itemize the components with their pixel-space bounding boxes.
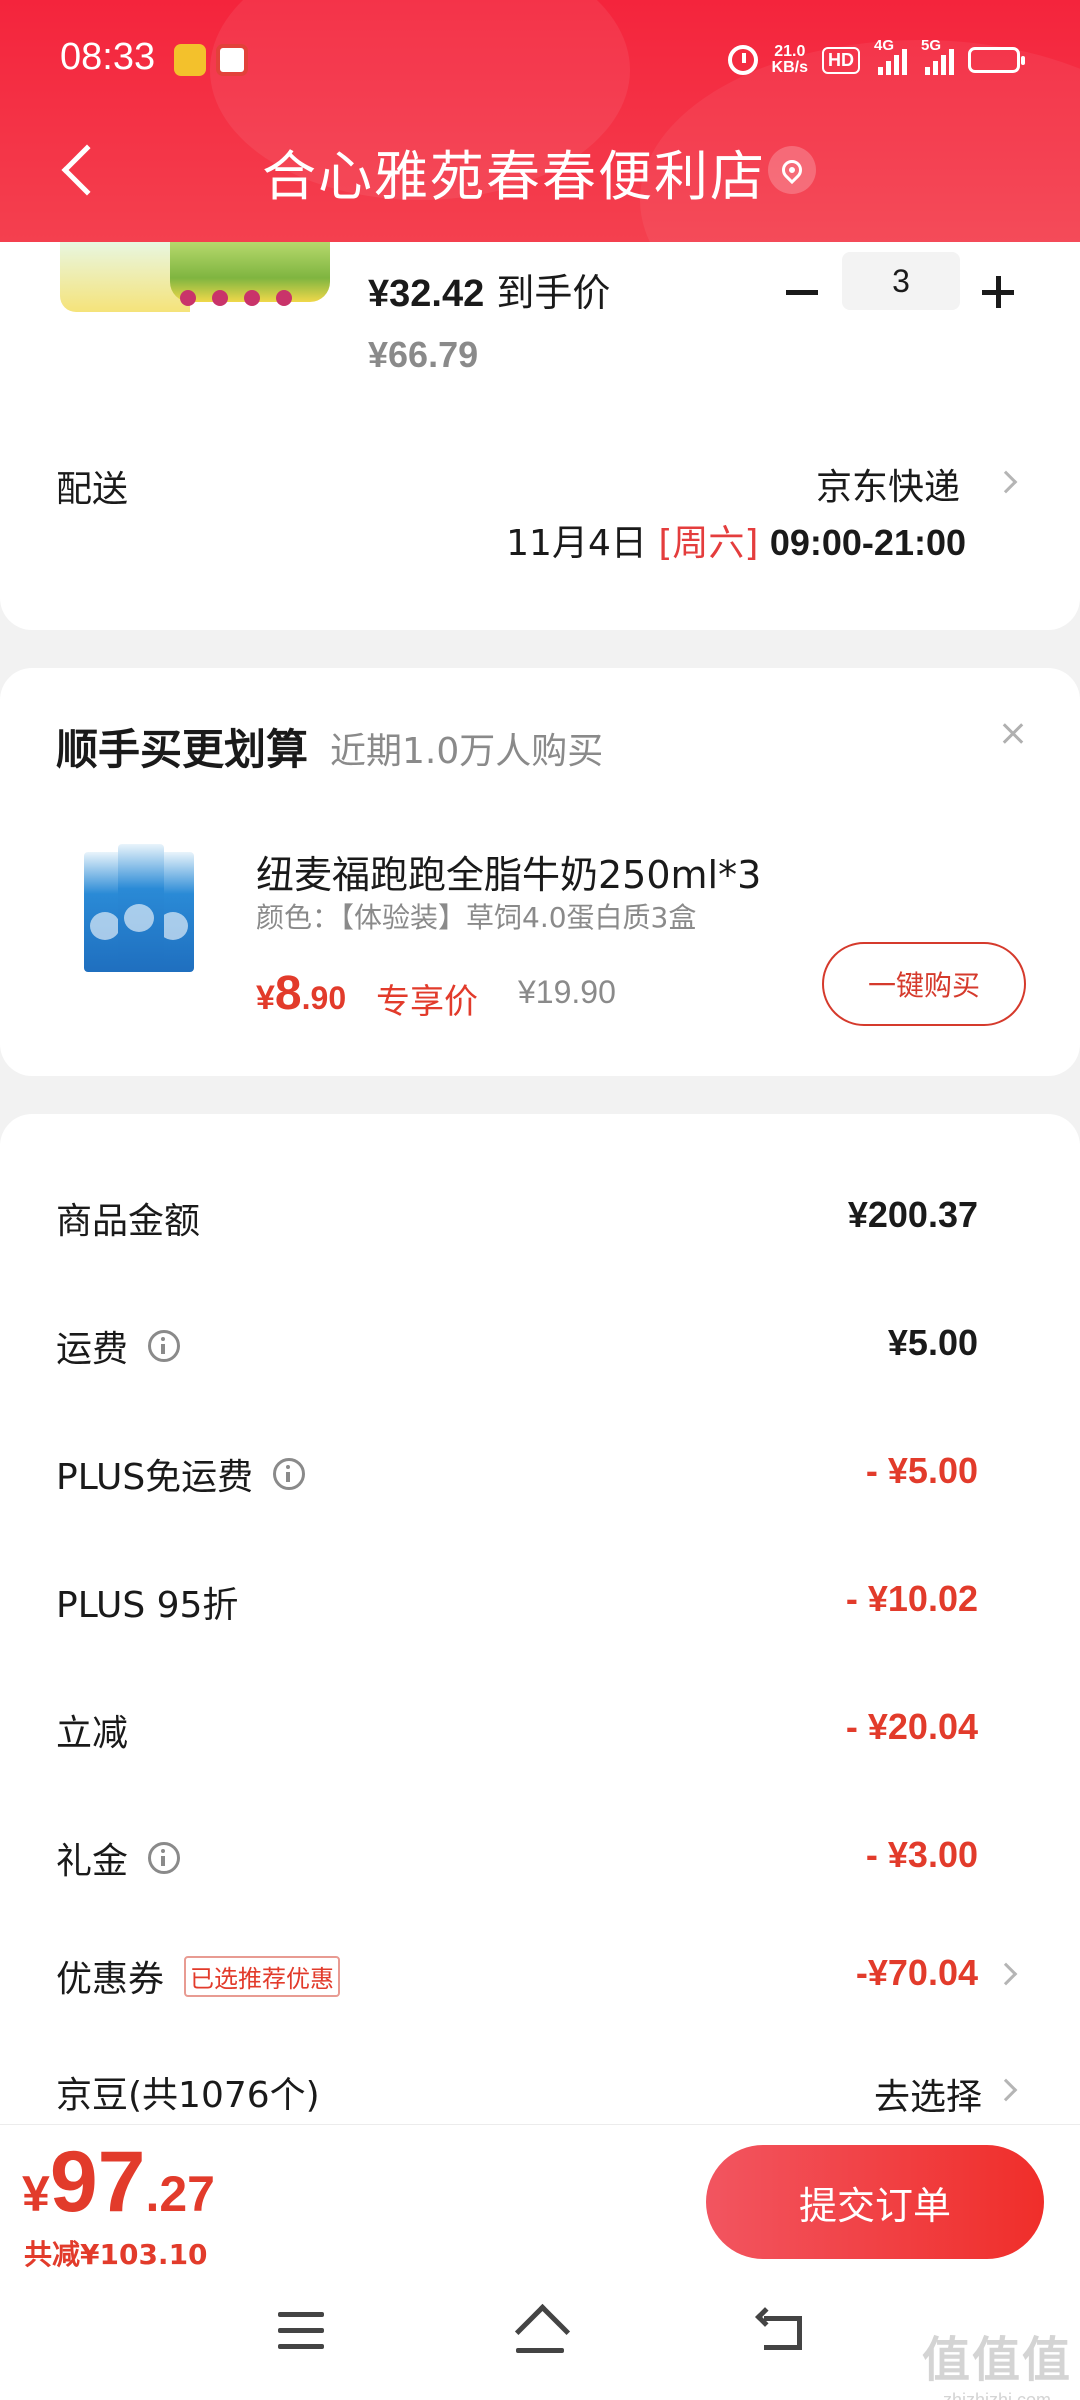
recommend-price: ¥8.90 xyxy=(256,967,347,1020)
freight-label: 运费 xyxy=(56,1329,129,1370)
info-icon[interactable] xyxy=(148,1330,181,1362)
goods-amount-label: 商品金额 xyxy=(56,1201,201,1242)
app-header: 08:33 21.0 KB/s HD 4G 5G 合心雅苑春春便利店 xyxy=(0,0,1080,242)
home-icon[interactable] xyxy=(510,2306,570,2356)
close-icon[interactable] xyxy=(990,708,1040,758)
summary-row-plus-discount: PLUS 95折 - ¥10.02 xyxy=(0,1576,1080,1666)
shipping-method[interactable]: 京东快递 xyxy=(816,458,960,510)
freight-value: ¥5.00 xyxy=(887,1322,978,1363)
exclusive-price-tag: 专享价 xyxy=(376,982,478,1022)
system-nav-bar xyxy=(0,2278,1080,2400)
recommend-old-price: ¥19.90 xyxy=(518,974,616,1010)
summary-row-goods: 商品金额 ¥200.37 xyxy=(0,1192,1080,1282)
app-notification-icon xyxy=(216,44,248,76)
summary-row-freight: 运费 ¥5.00 xyxy=(0,1320,1080,1410)
price-summary-card: 商品金额 ¥200.37 运费 ¥5.00 PLUS免运费 - ¥5.00 PL… xyxy=(0,1114,1080,2124)
coupon-badge: 已选推荐优惠 xyxy=(184,1955,341,1997)
total-savings: 共减¥103.10 xyxy=(24,2238,208,2271)
hand-price: ¥32.42 到手价 xyxy=(368,271,611,315)
recommend-subtitle: 近期1.0万人购买 xyxy=(330,731,604,772)
quantity-increase-button[interactable] xyxy=(968,262,1028,322)
delivery-time[interactable]: 11月4日 [周六] 09:00-21:00 xyxy=(506,514,966,566)
plus-free-value: - ¥5.00 xyxy=(865,1450,978,1491)
plus-free-label: PLUS免运费 xyxy=(56,1457,254,1498)
status-indicators: 21.0 KB/s HD 4G 5G xyxy=(727,37,1025,80)
submit-order-button[interactable]: 提交订单 xyxy=(706,2145,1044,2259)
summary-row-coupon[interactable]: 优惠券 已选推荐优惠 -¥70.04 xyxy=(0,1950,1080,2040)
recommend-product-image[interactable] xyxy=(84,844,204,974)
battery-icon xyxy=(968,47,1025,73)
jd-bean-label: 京豆(共1076个) xyxy=(56,2075,320,2116)
status-bar: 08:33 21.0 KB/s HD 4G 5G xyxy=(0,0,1080,120)
summary-row-instant: 立减 - ¥20.04 xyxy=(0,1704,1080,1794)
status-time: 08:33 xyxy=(60,36,156,78)
watermark: 值值值 zhizhizhi.com xyxy=(921,2332,1072,2400)
summary-row-plus-free: PLUS免运费 - ¥5.00 xyxy=(0,1448,1080,1538)
gift-value: - ¥3.00 xyxy=(865,1834,978,1875)
menu-icon[interactable] xyxy=(278,2312,324,2352)
signal-4g-icon: 4G xyxy=(874,37,907,75)
checkout-bar: ¥97.27 共减¥103.10 提交订单 xyxy=(0,2124,1080,2278)
plus-discount-value: - ¥10.02 xyxy=(845,1578,978,1619)
coupon-value[interactable]: -¥70.04 xyxy=(856,1952,978,1994)
info-icon[interactable] xyxy=(148,1842,181,1874)
shipping-label: 配送 xyxy=(56,469,129,510)
order-item-card: ¥32.42 到手价 ¥66.79 配送 京东快递 11月4日 [周六] 09:… xyxy=(0,242,1080,630)
one-click-buy-button[interactable]: 一键购买 xyxy=(822,942,1026,1026)
recommend-card: 顺手买更划算 近期1.0万人购买 纽麦福跑跑全脂牛奶250ml*3 颜色：【体验… xyxy=(0,668,1080,1076)
location-pin-icon[interactable] xyxy=(768,146,816,194)
chevron-right-icon[interactable] xyxy=(994,1962,1018,1986)
gift-label: 礼金 xyxy=(56,1841,129,1882)
original-price: ¥66.79 xyxy=(368,334,479,375)
recommend-product-name[interactable]: 纽麦福跑跑全脂牛奶250ml*3 xyxy=(256,844,761,899)
total-price: ¥97.27 xyxy=(22,2134,215,2230)
chevron-right-icon[interactable] xyxy=(994,2078,1018,2102)
chevron-right-icon[interactable] xyxy=(994,470,1018,494)
back-icon[interactable] xyxy=(755,2307,806,2354)
hd-icon: HD xyxy=(822,46,860,74)
jd-bean-select[interactable]: 去选择 xyxy=(874,2068,982,2120)
alarm-icon xyxy=(727,45,758,75)
instant-discount-label: 立减 xyxy=(56,1713,129,1754)
chevron-left-icon xyxy=(61,144,113,196)
recommend-product-spec: 颜色：【体验装】草饲4.0蛋白质3盒 xyxy=(256,901,697,934)
info-icon[interactable] xyxy=(273,1458,306,1490)
summary-row-gift: 礼金 - ¥3.00 xyxy=(0,1832,1080,1922)
quantity-decrease-button[interactable] xyxy=(772,262,832,322)
page-title: 合心雅苑春春便利店 xyxy=(262,145,766,208)
product-image[interactable] xyxy=(60,242,330,312)
goods-amount-value: ¥200.37 xyxy=(847,1194,978,1235)
instant-discount-value: - ¥20.04 xyxy=(845,1706,978,1747)
quantity-input[interactable] xyxy=(842,252,960,310)
app-notification-icon xyxy=(174,44,206,76)
network-speed: 21.0 KB/s xyxy=(771,43,808,76)
recommend-title: 顺手买更划算 xyxy=(56,725,309,774)
plus-discount-label: PLUS 95折 xyxy=(56,1585,239,1626)
back-button[interactable] xyxy=(50,130,113,210)
signal-5g-icon: 5G xyxy=(921,37,954,75)
coupon-label: 优惠券 xyxy=(56,1959,165,2000)
